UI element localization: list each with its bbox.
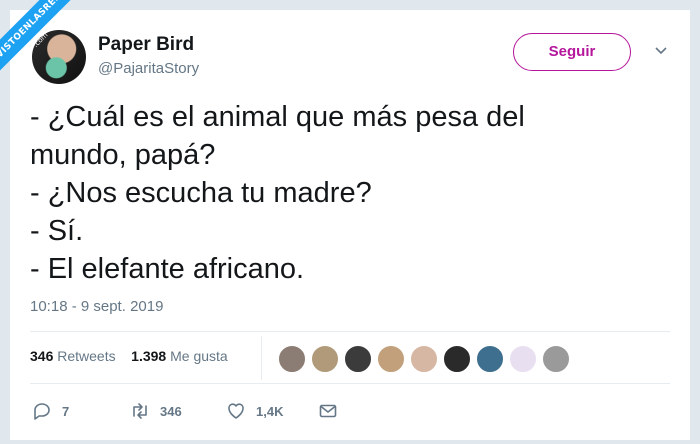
like-button[interactable]: 1,4K <box>226 400 283 422</box>
liker-avatar[interactable] <box>443 345 471 373</box>
liker-avatar[interactable] <box>410 345 438 373</box>
tweet-text: - ¿Cuál es el animal que más pesa del mu… <box>30 98 630 288</box>
divider <box>261 336 262 380</box>
tweet-actions: 7 346 1,4K <box>30 400 670 422</box>
follow-button[interactable]: Seguir <box>513 33 631 71</box>
chevron-down-icon[interactable] <box>654 45 668 57</box>
tweet-line: - ¿Cuál es el animal que más pesa del <box>30 101 525 133</box>
tweet-line: - El elefante africano. <box>30 253 305 285</box>
liker-avatar[interactable] <box>311 345 339 373</box>
tweet-timestamp[interactable]: 10:18 - 9 sept. 2019 <box>30 298 163 315</box>
liker-avatar[interactable] <box>509 345 537 373</box>
liker-avatar[interactable] <box>542 345 570 373</box>
reply-button[interactable]: 7 <box>32 400 69 422</box>
heart-icon <box>228 403 244 419</box>
reply-icon <box>34 403 50 420</box>
retweet-icon <box>133 403 147 419</box>
liker-avatar[interactable] <box>344 345 372 373</box>
liker-avatar[interactable] <box>377 345 405 373</box>
liker-avatar[interactable] <box>476 345 504 373</box>
divider <box>30 383 670 384</box>
retweets-count[interactable]: 346 <box>30 348 53 364</box>
author-handle[interactable]: @PajaritaStory <box>98 60 199 77</box>
like-count: 1,4K <box>256 403 284 419</box>
mail-icon <box>319 404 337 418</box>
retweet-button[interactable]: 346 <box>130 400 182 422</box>
reply-count: 7 <box>62 403 70 419</box>
tweet-line: - Sí. <box>30 215 84 247</box>
retweet-count: 346 <box>160 403 182 419</box>
likes-count[interactable]: 1.398 <box>131 348 166 364</box>
tweet-card: Paper Bird @PajaritaStory Seguir - ¿Cuál… <box>10 10 690 440</box>
message-button[interactable] <box>318 400 338 422</box>
retweets-label[interactable]: Retweets <box>57 348 115 364</box>
divider <box>30 331 670 332</box>
likes-label[interactable]: Me gusta <box>170 348 228 364</box>
author-name[interactable]: Paper Bird <box>98 34 194 56</box>
tweet-line: mundo, papá? <box>30 139 216 171</box>
liker-avatar[interactable] <box>278 345 306 373</box>
tweet-line: - ¿Nos escucha tu madre? <box>30 177 372 209</box>
engagement-stats: 346 Retweets 1.398 Me gusta <box>30 348 228 364</box>
